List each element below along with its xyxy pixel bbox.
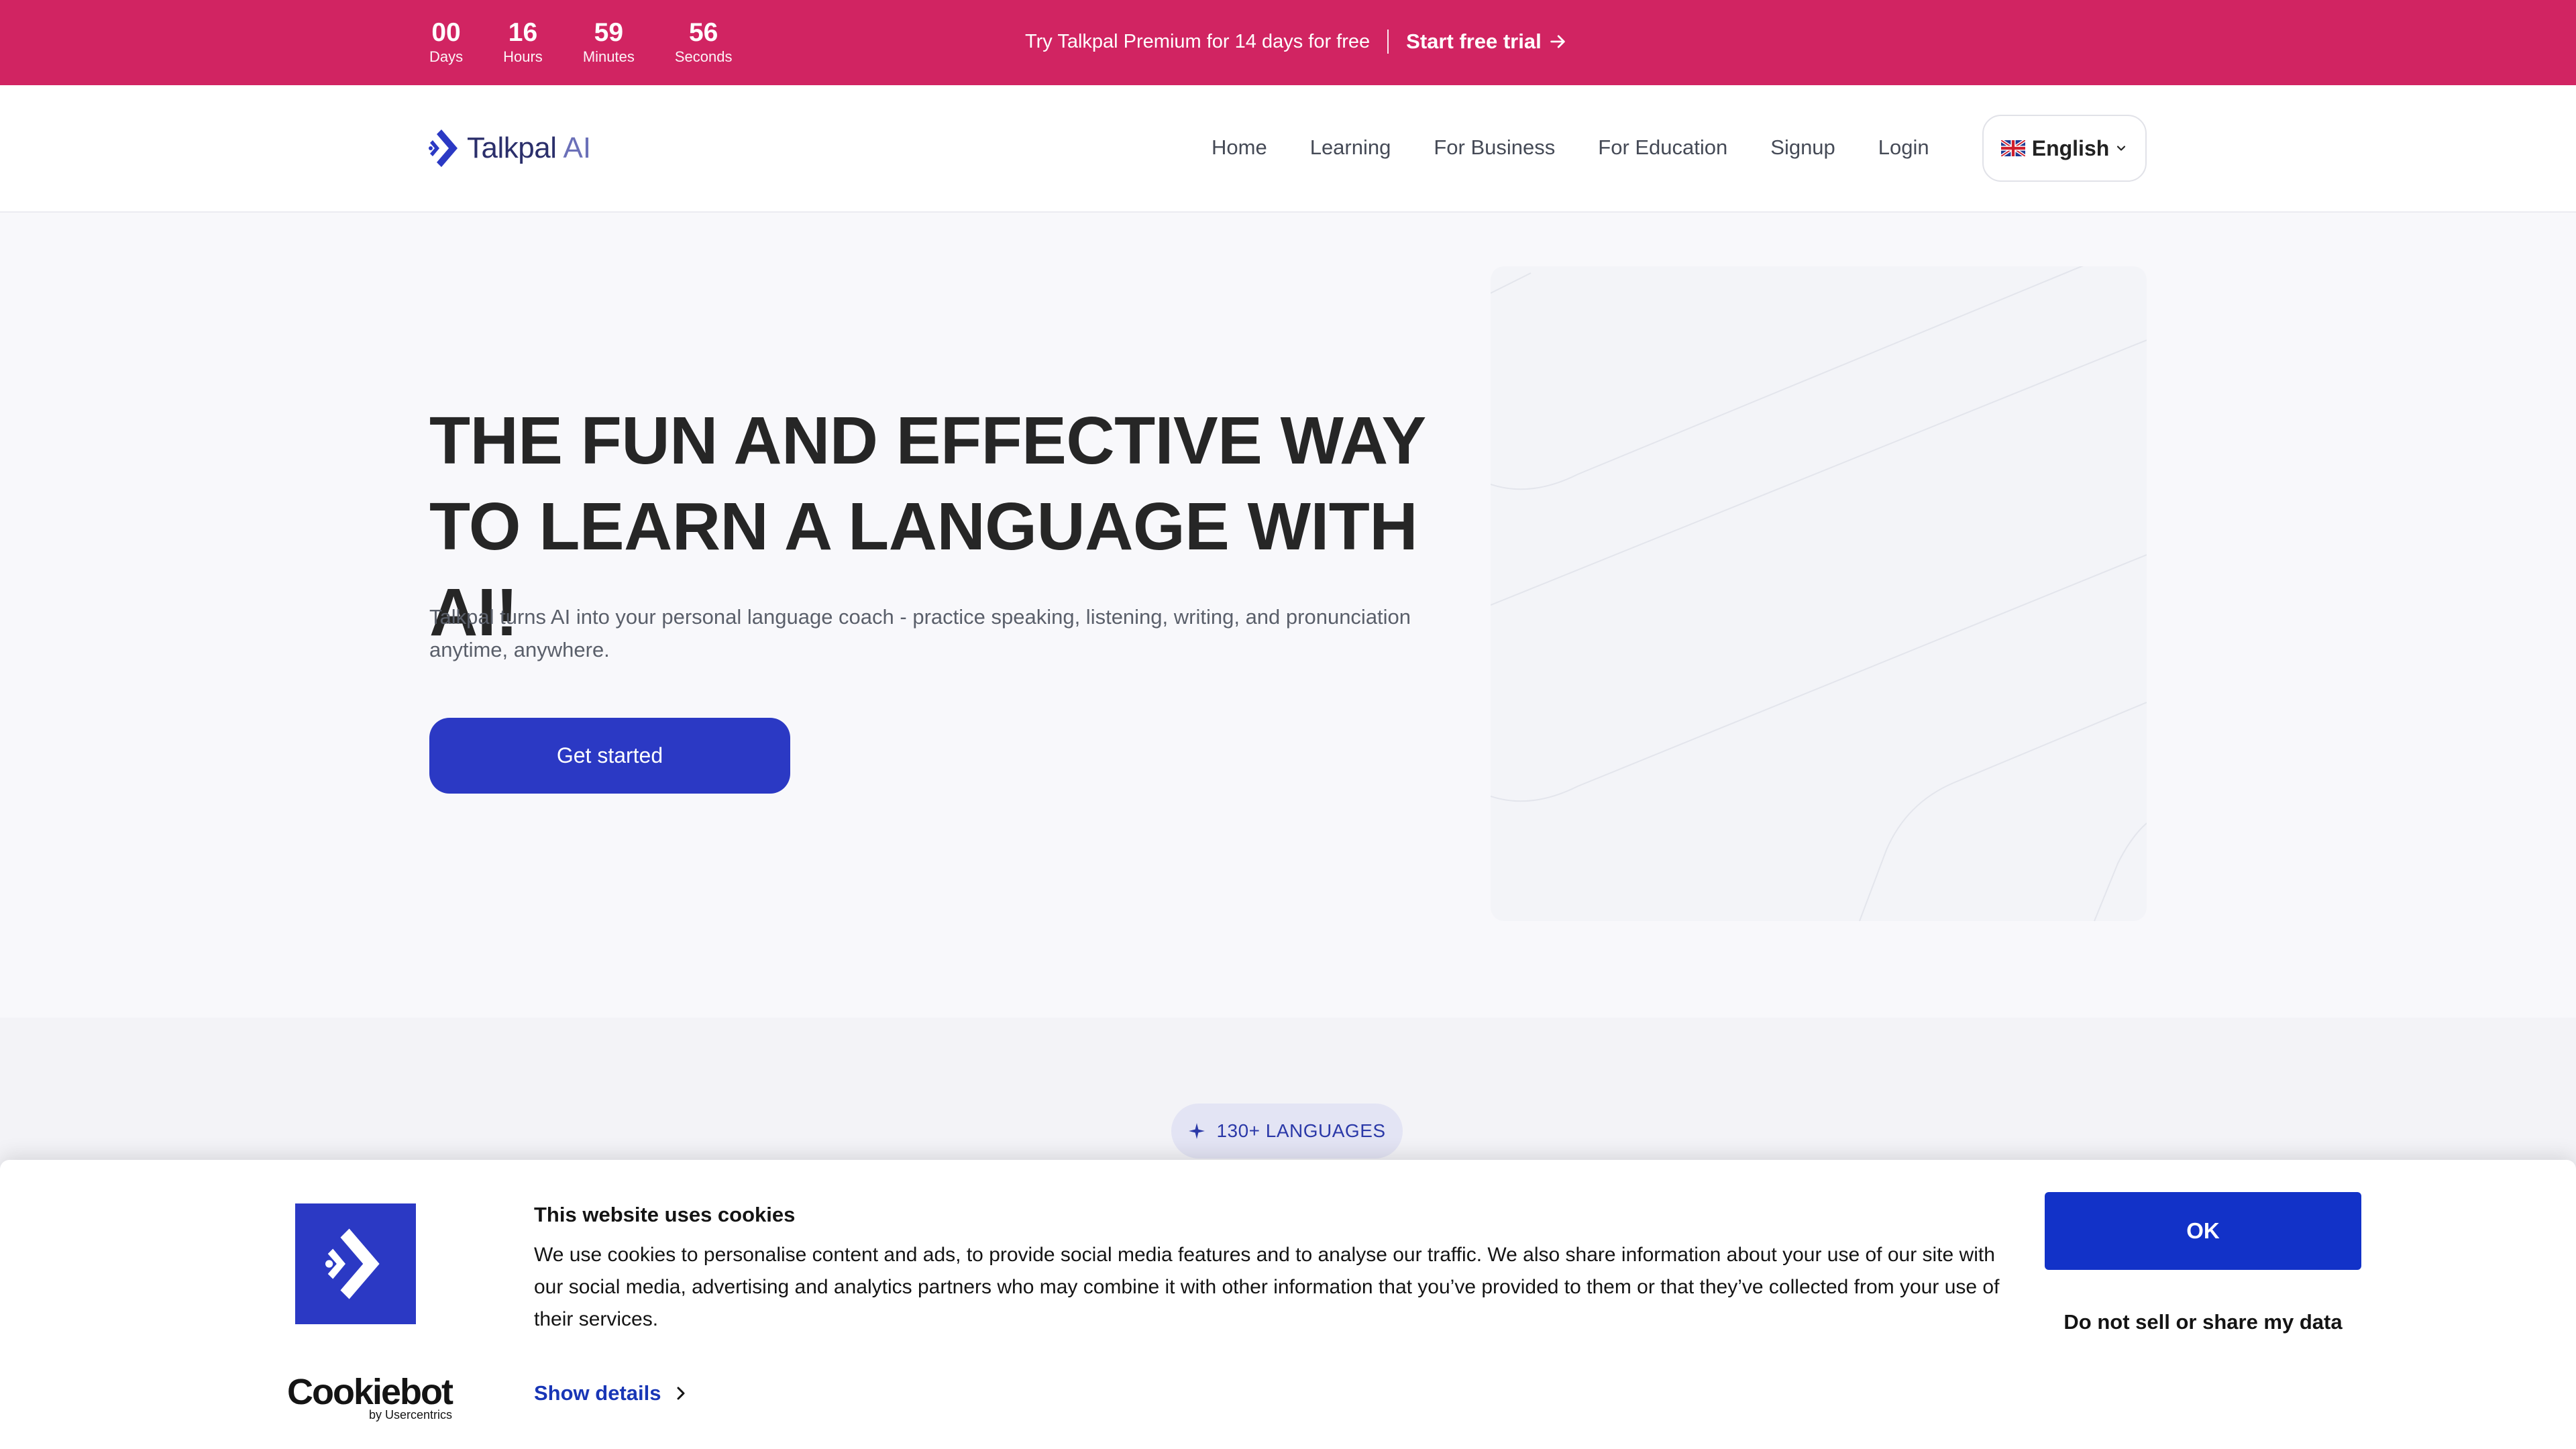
countdown-seconds: 56 Seconds <box>675 17 733 66</box>
nav-link-learning[interactable]: Learning <box>1310 133 1391 162</box>
countdown-minutes: 59 Minutes <box>583 17 635 66</box>
logo-wordmark: Talkpal <box>467 131 557 164</box>
languages-badge: 130+ LANGUAGES <box>1171 1104 1403 1159</box>
uk-flag-icon <box>2000 140 2025 156</box>
hero-section: THE FUN AND EFFECTIVE WAY TO LEARN A LAN… <box>0 213 2576 1018</box>
cookie-description: We use cookies to personalise content an… <box>534 1244 2000 1330</box>
show-details-label: Show details <box>534 1381 661 1405</box>
nav-link-for-business[interactable]: For Business <box>1434 133 1555 162</box>
cookie-ok-button[interactable]: OK <box>2045 1192 2361 1270</box>
nav-link-signup[interactable]: Signup <box>1770 133 1835 162</box>
site-logo-tile <box>295 1203 416 1324</box>
countdown-label: Minutes <box>582 48 635 65</box>
chevron-down-icon <box>2117 146 2126 151</box>
nav-link-for-education[interactable]: For Education <box>1598 133 1727 162</box>
talkpal-chevron-logo-icon <box>429 129 458 167</box>
countdown-value: 00 <box>431 18 461 47</box>
main-navigation: Talkpal AI Home Learning For Business Fo… <box>0 85 2576 213</box>
countdown-label: Seconds <box>674 48 733 65</box>
cookiebot-wordmark: Cookiebot <box>287 1372 453 1412</box>
arrow-right-icon <box>1550 35 1565 48</box>
promo-bar: 00 Days 16 Hours 59 Minutes 56 Seconds T… <box>0 0 2576 85</box>
countdown-hours: 16 Hours <box>503 17 543 66</box>
hero-subtitle: Talkpal turns AI into your personal lang… <box>429 605 1411 661</box>
cookiebot-logo: Cookiebot by Usercentrics <box>287 1372 453 1422</box>
countdown-value: 59 <box>594 18 624 47</box>
countdown-value: 56 <box>688 18 718 47</box>
promo-text: Try Talkpal Premium for 14 days for free <box>1025 31 1371 52</box>
countdown-timer: 00 Days 16 Hours 59 Minutes 56 Seconds <box>429 17 772 66</box>
promo-message: Try Talkpal Premium for 14 days for free… <box>1025 28 1567 55</box>
chevron-right-icon <box>677 1387 685 1400</box>
nav-link-home[interactable]: Home <box>1212 133 1267 162</box>
talkpal-logo[interactable]: Talkpal AI <box>428 127 591 170</box>
decorative-lines <box>1491 266 2147 921</box>
start-free-trial-label: Start free trial <box>1406 30 1542 53</box>
do-not-sell-button[interactable]: Do not sell or share my data <box>2045 1302 2361 1342</box>
language-label: English <box>2031 136 2110 160</box>
countdown-label: Hours <box>503 48 543 65</box>
cookie-consent-banner: Cookiebot by Usercentrics This website u… <box>0 1160 2576 1449</box>
countdown-days: 00 Days <box>429 17 463 66</box>
countdown-value: 16 <box>508 18 538 47</box>
sparkle-icon <box>1189 1123 1205 1139</box>
talkpal-chevron-logo-icon <box>325 1228 380 1299</box>
promo-divider <box>1387 30 1389 54</box>
hero-illustration <box>1491 266 2147 921</box>
start-free-trial-link[interactable]: Start free trial <box>1406 28 1567 55</box>
nav-links: Home Learning For Business For Education… <box>1212 133 1972 162</box>
show-details-link[interactable]: Show details <box>534 1381 688 1405</box>
cookie-title: This website uses cookies <box>534 1203 796 1226</box>
languages-badge-label: 130+ LANGUAGES <box>1216 1120 1386 1141</box>
logo-suffix: AI <box>563 131 592 164</box>
nav-link-login[interactable]: Login <box>1878 133 1929 162</box>
language-selector[interactable]: English <box>1982 115 2147 182</box>
countdown-label: Days <box>429 48 464 65</box>
get-started-button[interactable]: Get started <box>429 718 790 794</box>
